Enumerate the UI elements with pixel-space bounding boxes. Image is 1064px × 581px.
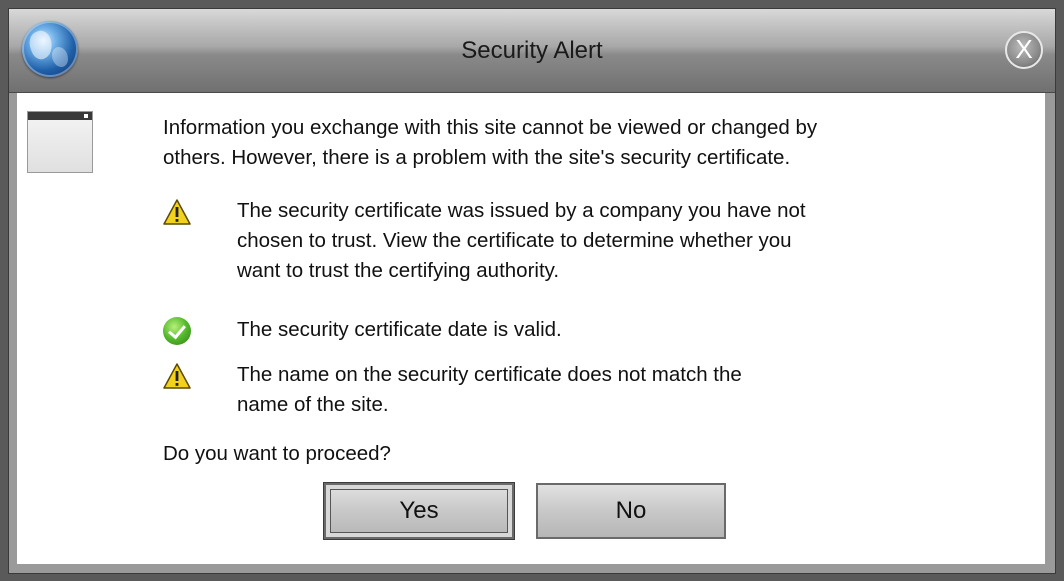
intro-line: Information you exchange with this site …	[163, 116, 818, 139]
title-bar[interactable]: Security Alert X	[9, 9, 1055, 93]
warning-icon	[163, 363, 191, 389]
item-line: want to trust the certifying authority.	[237, 259, 560, 282]
security-alert-dialog: Security Alert X Information you exchang…	[8, 8, 1056, 574]
warning-icon	[163, 199, 191, 225]
intro-line: others. However, there is a problem with…	[163, 146, 791, 169]
certificate-date-valid: The security certificate date is valid.	[237, 315, 562, 345]
item-line: The security certificate date is valid.	[237, 318, 562, 341]
item-line: name of the site.	[237, 393, 389, 416]
intro-text: Information you exchange with this site …	[163, 113, 817, 173]
item-line: The name on the security certificate doe…	[237, 363, 742, 386]
item-line: The security certificate was issued by a…	[237, 199, 806, 222]
certificate-issuer-warning: The security certificate was issued by a…	[237, 196, 806, 286]
certificate-name-warning: The name on the security certificate doe…	[237, 360, 742, 420]
check-icon	[163, 317, 191, 345]
no-button[interactable]: No	[536, 483, 726, 539]
window-title: Security Alert	[461, 37, 603, 64]
yes-button[interactable]: Yes	[323, 482, 515, 540]
item-line: chosen to trust. View the certificate to…	[237, 229, 792, 252]
proceed-question: Do you want to proceed?	[163, 442, 391, 465]
dialog-content: Information you exchange with this site …	[17, 93, 1045, 564]
site-window-icon	[27, 111, 93, 173]
close-button[interactable]: X	[1005, 31, 1043, 69]
